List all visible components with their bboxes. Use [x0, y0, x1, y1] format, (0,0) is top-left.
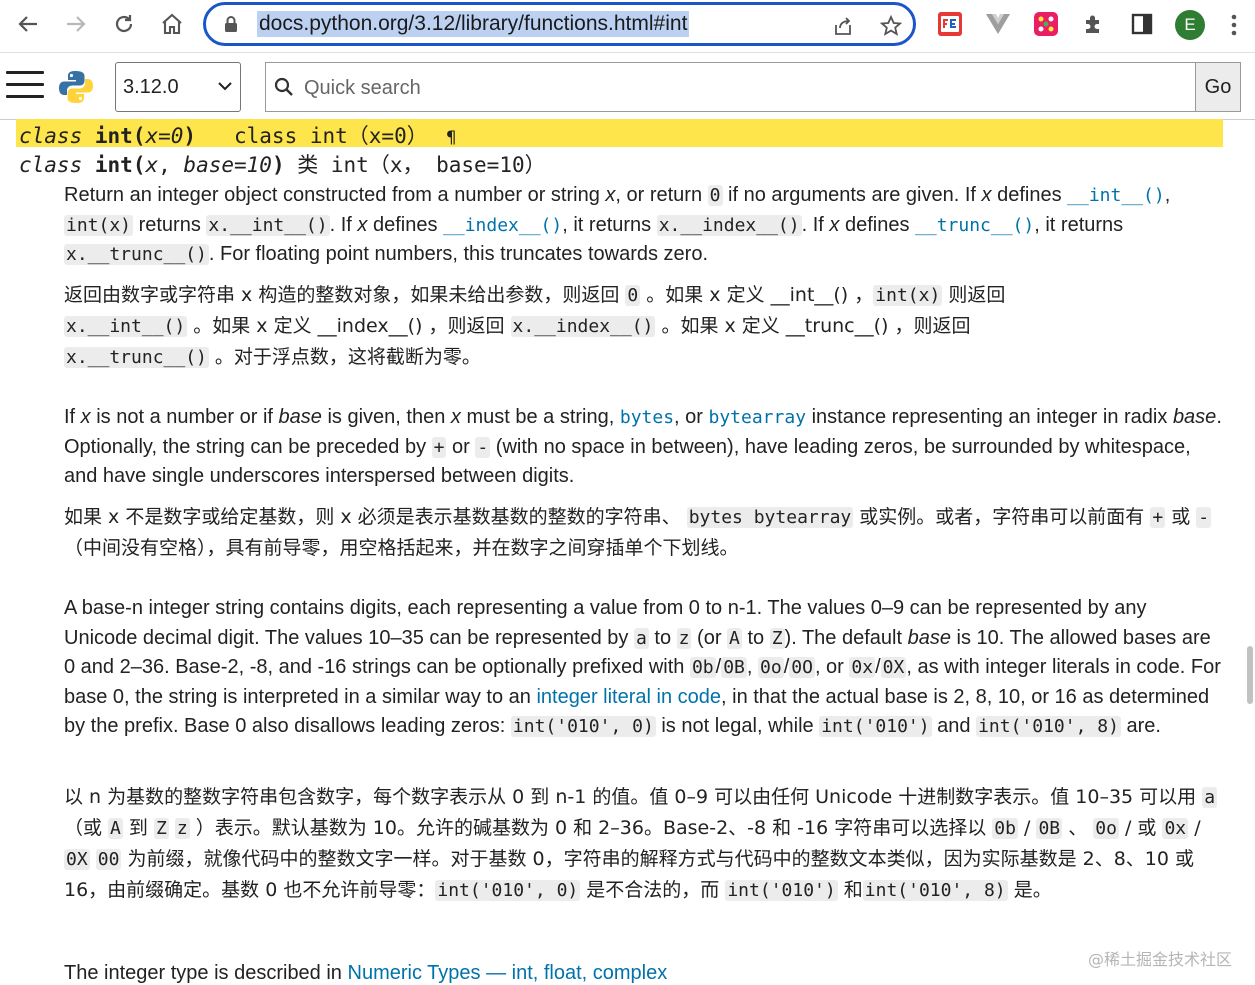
lock-icon[interactable]	[222, 15, 240, 33]
arrow-left-icon	[18, 16, 37, 32]
reload-button[interactable]	[106, 6, 142, 42]
vue-devtools-icon	[986, 14, 1010, 34]
python-logo-icon[interactable]	[58, 69, 94, 105]
quick-search-box[interactable]	[265, 62, 1195, 112]
reload-icon	[115, 15, 133, 33]
side-panel-icon	[1131, 13, 1153, 35]
description-paragraph-3: A base-n integer string contains digits,…	[64, 597, 1221, 737]
more-menu-icon[interactable]	[1224, 12, 1244, 38]
menu-toggle-icon[interactable]	[6, 71, 44, 101]
colorful-extension-button[interactable]	[1033, 11, 1059, 37]
watermark: @稀土掘金技术社区	[1088, 950, 1233, 969]
home-button[interactable]	[154, 6, 190, 42]
search-icon	[274, 77, 293, 96]
dunder-int-link[interactable]: __int__()	[1067, 185, 1165, 206]
integer-literal-link[interactable]: integer literal in code	[536, 686, 721, 708]
chevron-down-icon	[218, 82, 232, 91]
version-select[interactable]: 3.12.0	[115, 62, 241, 112]
docs-header: 3.12.0 Go	[0, 53, 1255, 120]
back-button[interactable]	[10, 6, 46, 42]
description-paragraph-1-zh: 返回由数字或字符串 x 构造的整数对象，如果未给出参数，则返回 0 。如果 x …	[64, 284, 1006, 368]
address-bar[interactable]: docs.python.org/3.12/library/functions.h…	[203, 2, 916, 46]
description-paragraph-3-zh: 以 n 为基数的整数字符串包含数字，每个数字表示从 0 到 n-1 的值。值 0…	[64, 786, 1218, 901]
scrollbar-thumb[interactable]	[1247, 646, 1253, 704]
side-panel-button[interactable]	[1129, 11, 1155, 37]
signature-line-1: class int(x=0) class int（x=0） ¶	[19, 124, 457, 148]
numeric-types-link[interactable]: Numeric Types — int, float, complex	[348, 962, 668, 984]
profile-avatar[interactable]: E	[1175, 10, 1205, 40]
bookmark-star-icon[interactable]	[880, 15, 902, 37]
bytearray-link[interactable]: bytearray	[709, 407, 807, 428]
forward-button[interactable]	[58, 6, 94, 42]
integer-type-line: The integer type is described in Numeric…	[64, 962, 668, 984]
browser-toolbar: docs.python.org/3.12/library/functions.h…	[0, 0, 1255, 53]
dunder-trunc-link[interactable]: __trunc__()	[915, 215, 1034, 236]
puzzle-icon	[1086, 15, 1099, 33]
dunder-index-link[interactable]: __index__()	[443, 215, 562, 236]
go-button[interactable]: Go	[1195, 62, 1241, 112]
arrow-right-icon	[67, 16, 86, 32]
fe-extension-icon	[938, 12, 962, 36]
signature-line-2: class int(x, base=10) 类 int（x， base=10）	[19, 153, 546, 177]
colorful-extension-icon	[1034, 12, 1058, 36]
vue-extension-button[interactable]	[985, 11, 1011, 37]
description-paragraph-2: If x is not a number or if base is given…	[64, 406, 1222, 487]
fe-extension-button[interactable]	[937, 11, 963, 37]
version-value: 3.12.0	[123, 76, 179, 98]
description-paragraph-1: Return an integer object constructed fro…	[64, 184, 1171, 265]
share-icon[interactable]	[832, 15, 854, 37]
home-icon	[162, 13, 182, 35]
permalink-pilcrow[interactable]: ¶	[446, 128, 457, 148]
bytes-link[interactable]: bytes	[620, 407, 674, 428]
url-text[interactable]: docs.python.org/3.12/library/functions.h…	[257, 11, 690, 37]
quick-search-input[interactable]	[302, 71, 1166, 105]
extensions-button[interactable]	[1081, 11, 1107, 37]
description-paragraph-2-zh: 如果 x 不是数字或给定基数，则 x 必须是表示基数基数的整数的字符串、 byt…	[64, 506, 1212, 559]
